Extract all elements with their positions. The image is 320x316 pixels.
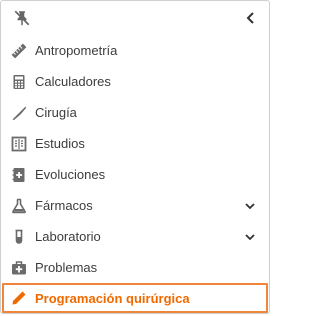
study-image-icon	[11, 136, 27, 152]
medical-kit-icon	[11, 260, 27, 276]
sidebar-item-farmacos[interactable]: Fármacos	[1, 190, 269, 221]
sidebar-item-estudios[interactable]: Estudios	[1, 128, 269, 159]
chevron-down-icon[interactable]	[243, 230, 257, 244]
sidebar-item-programacion-quirurgica[interactable]: Programación quirúrgica	[2, 283, 268, 313]
scalpel-icon	[11, 105, 27, 121]
sidebar-item-label: Laboratorio	[35, 229, 101, 244]
sidebar-header	[1, 1, 269, 35]
calculator-icon	[11, 74, 27, 90]
sidebar-menu: Antropometría Calculadores Cirugía Estud…	[1, 35, 269, 313]
chevron-down-icon[interactable]	[243, 199, 257, 213]
sidebar-item-label: Programación quirúrgica	[35, 290, 190, 306]
chevron-left-icon[interactable]	[243, 10, 259, 26]
ruler-icon	[11, 43, 27, 59]
sidebar-item-label: Calculadores	[35, 74, 111, 89]
medical-notebook-icon	[11, 167, 27, 183]
sidebar-item-problemas[interactable]: Problemas	[1, 252, 269, 283]
sidebar-item-label: Fármacos	[35, 198, 93, 213]
sidebar-item-label: Problemas	[35, 260, 98, 275]
sidebar-item-label: Evoluciones	[35, 167, 106, 182]
sidebar-item-label: Cirugía	[35, 105, 77, 120]
unpin-icon[interactable]	[13, 9, 31, 27]
sidebar-item-antropometria[interactable]: Antropometría	[1, 35, 269, 66]
flask-icon	[11, 198, 27, 214]
sidebar-item-label: Antropometría	[35, 43, 118, 58]
pencil-icon	[11, 290, 27, 306]
test-tube-icon	[11, 229, 27, 245]
sidebar-item-cirugia[interactable]: Cirugía	[1, 97, 269, 128]
sidebar-panel: Antropometría Calculadores Cirugía Estud…	[0, 0, 270, 314]
sidebar-item-label: Estudios	[35, 136, 85, 151]
sidebar-item-laboratorio[interactable]: Laboratorio	[1, 221, 269, 252]
sidebar-item-calculadores[interactable]: Calculadores	[1, 66, 269, 97]
sidebar-item-evoluciones[interactable]: Evoluciones	[1, 159, 269, 190]
